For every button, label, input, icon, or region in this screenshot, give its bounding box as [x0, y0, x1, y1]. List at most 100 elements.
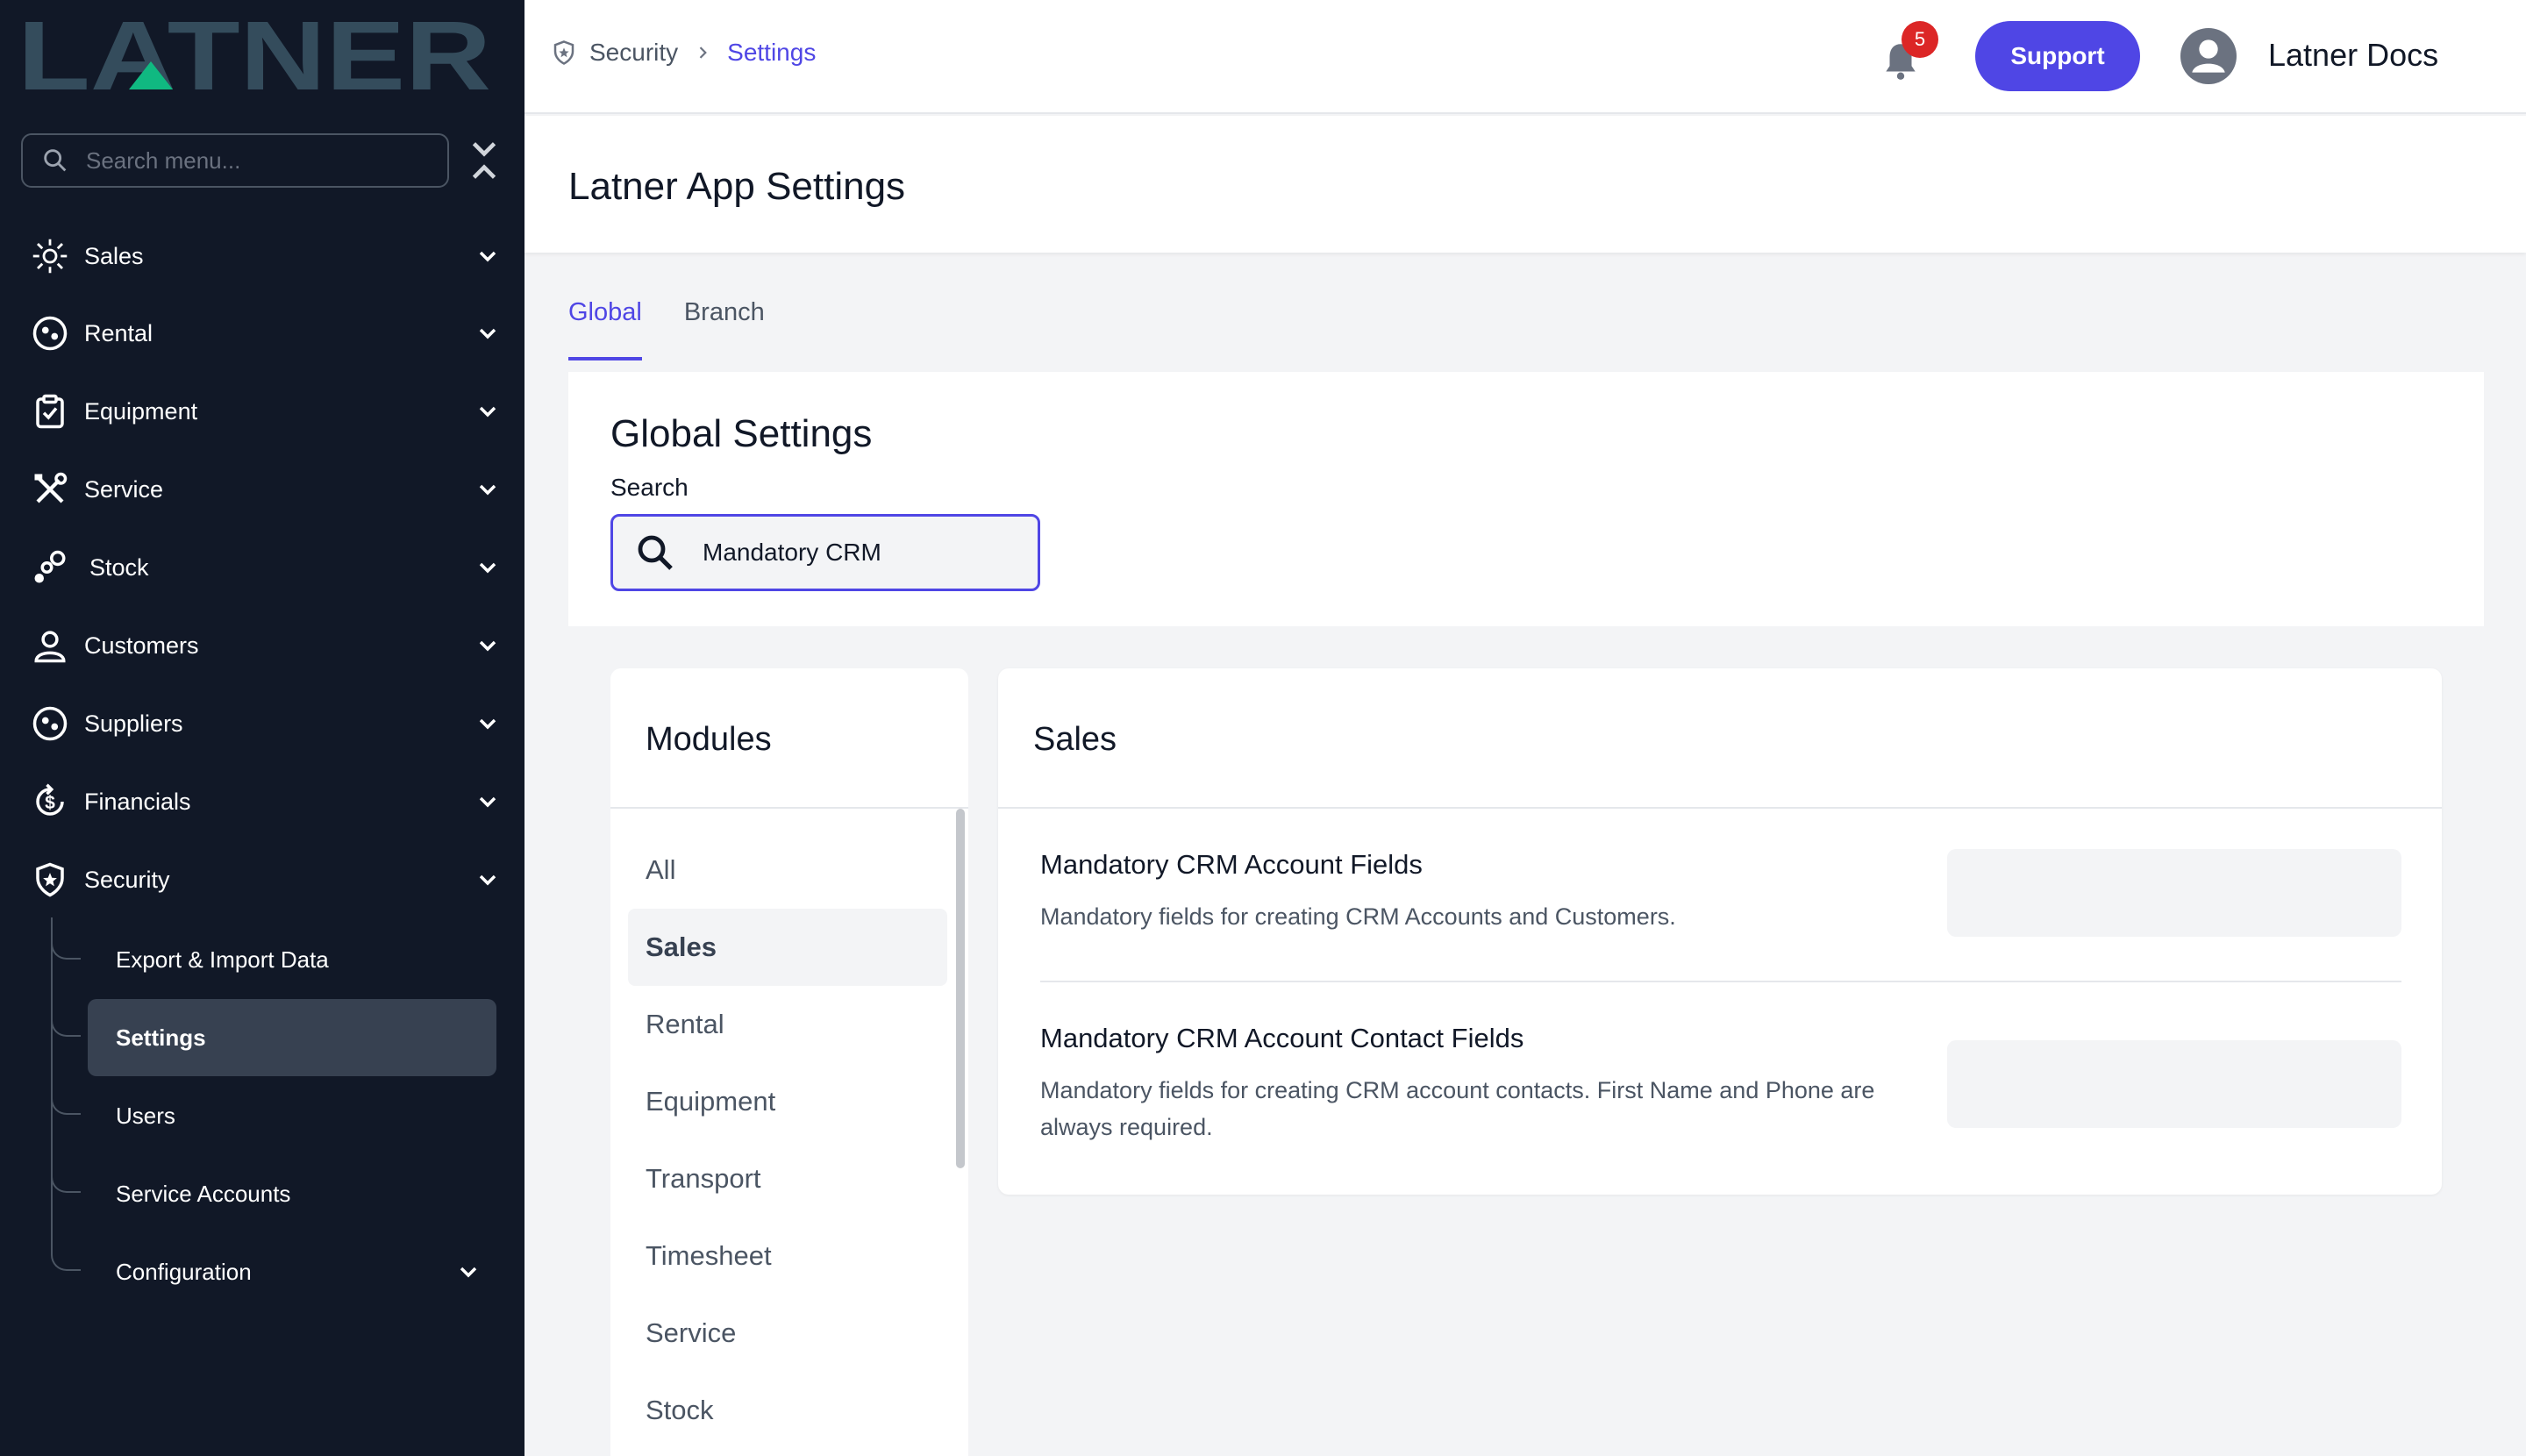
- divider: [998, 807, 2442, 809]
- setting-description: Mandatory fields for creating CRM accoun…: [1040, 1077, 1875, 1140]
- module-item-timesheet[interactable]: Timesheet: [628, 1217, 947, 1295]
- sidebar-item-service-accounts[interactable]: Service Accounts: [88, 1155, 496, 1232]
- avatar[interactable]: [2180, 28, 2237, 84]
- search-label: Search: [610, 474, 689, 501]
- sidebar-item-customers[interactable]: Customers: [32, 619, 502, 672]
- module-item-transport[interactable]: Transport: [628, 1140, 947, 1217]
- module-item-sales[interactable]: Sales: [628, 909, 947, 986]
- global-settings-panel: Global Settings Search: [568, 372, 2484, 626]
- modules-title: Modules: [646, 721, 772, 758]
- global-settings-title: Global Settings: [610, 412, 873, 455]
- title-bar: Latner App Settings: [524, 116, 2526, 253]
- chevron-down-icon: [460, 1267, 477, 1278]
- latner-logo[interactable]: LATNER: [18, 12, 491, 100]
- sales-settings-card: Sales Mandatory CRM Account Fields Manda…: [998, 668, 2442, 1195]
- top-bar: Security Settings 5 Support Latner Docs: [524, 0, 2526, 114]
- sidebar-item-label: Sales: [84, 242, 144, 269]
- module-item-rental[interactable]: Rental: [628, 986, 947, 1063]
- sidebar-item-sales[interactable]: Sales: [32, 230, 502, 282]
- rental-icon: [32, 315, 68, 352]
- module-item-equipment[interactable]: Equipment: [628, 1063, 947, 1140]
- page-title: Latner App Settings: [568, 165, 906, 208]
- sidebar-subitem-label: Configuration: [116, 1258, 252, 1285]
- sidebar-subitem-label: Export & Import Data: [116, 946, 329, 973]
- sidebar-item-rental[interactable]: Rental: [32, 307, 502, 360]
- sidebar-item-financials[interactable]: $ Financials: [32, 775, 502, 828]
- tree-connector: [51, 1167, 81, 1193]
- mandatory-crm-contact-fields-select[interactable]: [1947, 1040, 2401, 1128]
- sales-title: Sales: [1033, 721, 1117, 758]
- tree-connector: [51, 933, 81, 960]
- divider: [1040, 981, 2401, 982]
- sidebar-item-label: Customers: [84, 632, 199, 659]
- sidebar-subitem-label: Settings: [116, 1024, 206, 1051]
- sidebar-subitem-label: Users: [116, 1102, 175, 1129]
- mandatory-crm-account-fields-select[interactable]: [1947, 849, 2401, 937]
- chevron-down-icon: [479, 718, 496, 730]
- docs-link[interactable]: Latner Docs: [2268, 37, 2438, 74]
- breadcrumb-settings[interactable]: Settings: [727, 39, 816, 67]
- sidebar-subitem-label: Service Accounts: [116, 1180, 291, 1207]
- tree-line: [51, 917, 53, 1251]
- tools-icon: [32, 471, 68, 508]
- collapse-all-icon[interactable]: [467, 139, 502, 182]
- supplier-icon: [32, 705, 68, 742]
- chevron-down-icon: [479, 484, 496, 496]
- sidebar-item-configuration[interactable]: Configuration: [88, 1233, 496, 1310]
- svg-text:$: $: [45, 793, 55, 813]
- sidebar-item-label: Stock: [89, 553, 149, 581]
- sidebar-item-security[interactable]: Security: [32, 853, 502, 906]
- sidebar: LATNER Search menu... Sales Rental Equip…: [0, 0, 524, 1456]
- chevron-down-icon: [479, 874, 496, 886]
- breadcrumb: Security Settings: [551, 39, 816, 67]
- stock-icon: [32, 549, 68, 586]
- sidebar-search-placeholder: Search menu...: [86, 146, 241, 174]
- sidebar-item-label: Security: [84, 866, 170, 893]
- sidebar-item-export-import[interactable]: Export & Import Data: [88, 921, 496, 998]
- chevron-down-icon: [479, 328, 496, 339]
- sidebar-item-label: Financials: [84, 788, 191, 815]
- sidebar-item-stock[interactable]: Stock: [32, 541, 502, 594]
- dollar-icon: $: [32, 783, 68, 820]
- settings-search-box[interactable]: [610, 514, 1040, 591]
- chevron-right-icon: [699, 46, 708, 59]
- divider: [610, 807, 968, 809]
- sidebar-item-equipment[interactable]: Equipment: [32, 385, 502, 438]
- sidebar-item-label: Service: [84, 475, 164, 503]
- tab-global[interactable]: Global: [568, 298, 642, 360]
- tree-connector: [51, 1010, 81, 1037]
- tab-branch[interactable]: Branch: [684, 298, 765, 359]
- setting-title: Mandatory CRM Account Contact Fields: [1040, 1023, 1524, 1053]
- sidebar-item-service[interactable]: Service: [32, 463, 502, 516]
- setting-description: Mandatory fields for creating CRM Accoun…: [1040, 903, 1676, 930]
- chevron-down-icon: [479, 406, 496, 418]
- support-button[interactable]: Support: [1975, 21, 2140, 91]
- setting-title: Mandatory CRM Account Fields: [1040, 849, 1423, 880]
- svg-text:LATNER: LATNER: [18, 12, 491, 100]
- chevron-down-icon: [479, 251, 496, 262]
- shield-icon: [553, 40, 574, 65]
- settings-search-input[interactable]: [703, 539, 1018, 567]
- chevron-down-icon: [479, 562, 496, 574]
- breadcrumb-security[interactable]: Security: [589, 39, 678, 67]
- module-item-stock[interactable]: Stock: [628, 1372, 947, 1449]
- shield-icon: [32, 861, 68, 898]
- sidebar-item-users[interactable]: Users: [88, 1077, 496, 1154]
- tree-connector: [51, 1245, 81, 1271]
- sidebar-item-label: Rental: [84, 319, 153, 346]
- sidebar-search-box[interactable]: Search menu...: [21, 133, 449, 188]
- modules-card: Modules All Sales Rental Equipment Trans…: [610, 668, 968, 1456]
- user-icon: [32, 627, 68, 664]
- notification-badge: 5: [1902, 21, 1938, 58]
- sidebar-item-label: Equipment: [84, 397, 198, 425]
- clipboard-icon: [32, 393, 68, 430]
- modules-scrollbar[interactable]: [956, 809, 965, 1168]
- module-item-service[interactable]: Service: [628, 1295, 947, 1372]
- module-item-all[interactable]: All: [628, 831, 947, 909]
- settings-tabs: Global Branch: [568, 298, 807, 360]
- search-icon: [44, 149, 67, 172]
- sales-icon: [32, 238, 68, 275]
- search-icon: [638, 535, 673, 570]
- sidebar-item-settings[interactable]: Settings: [88, 999, 496, 1076]
- sidebar-item-suppliers[interactable]: Suppliers: [32, 697, 502, 750]
